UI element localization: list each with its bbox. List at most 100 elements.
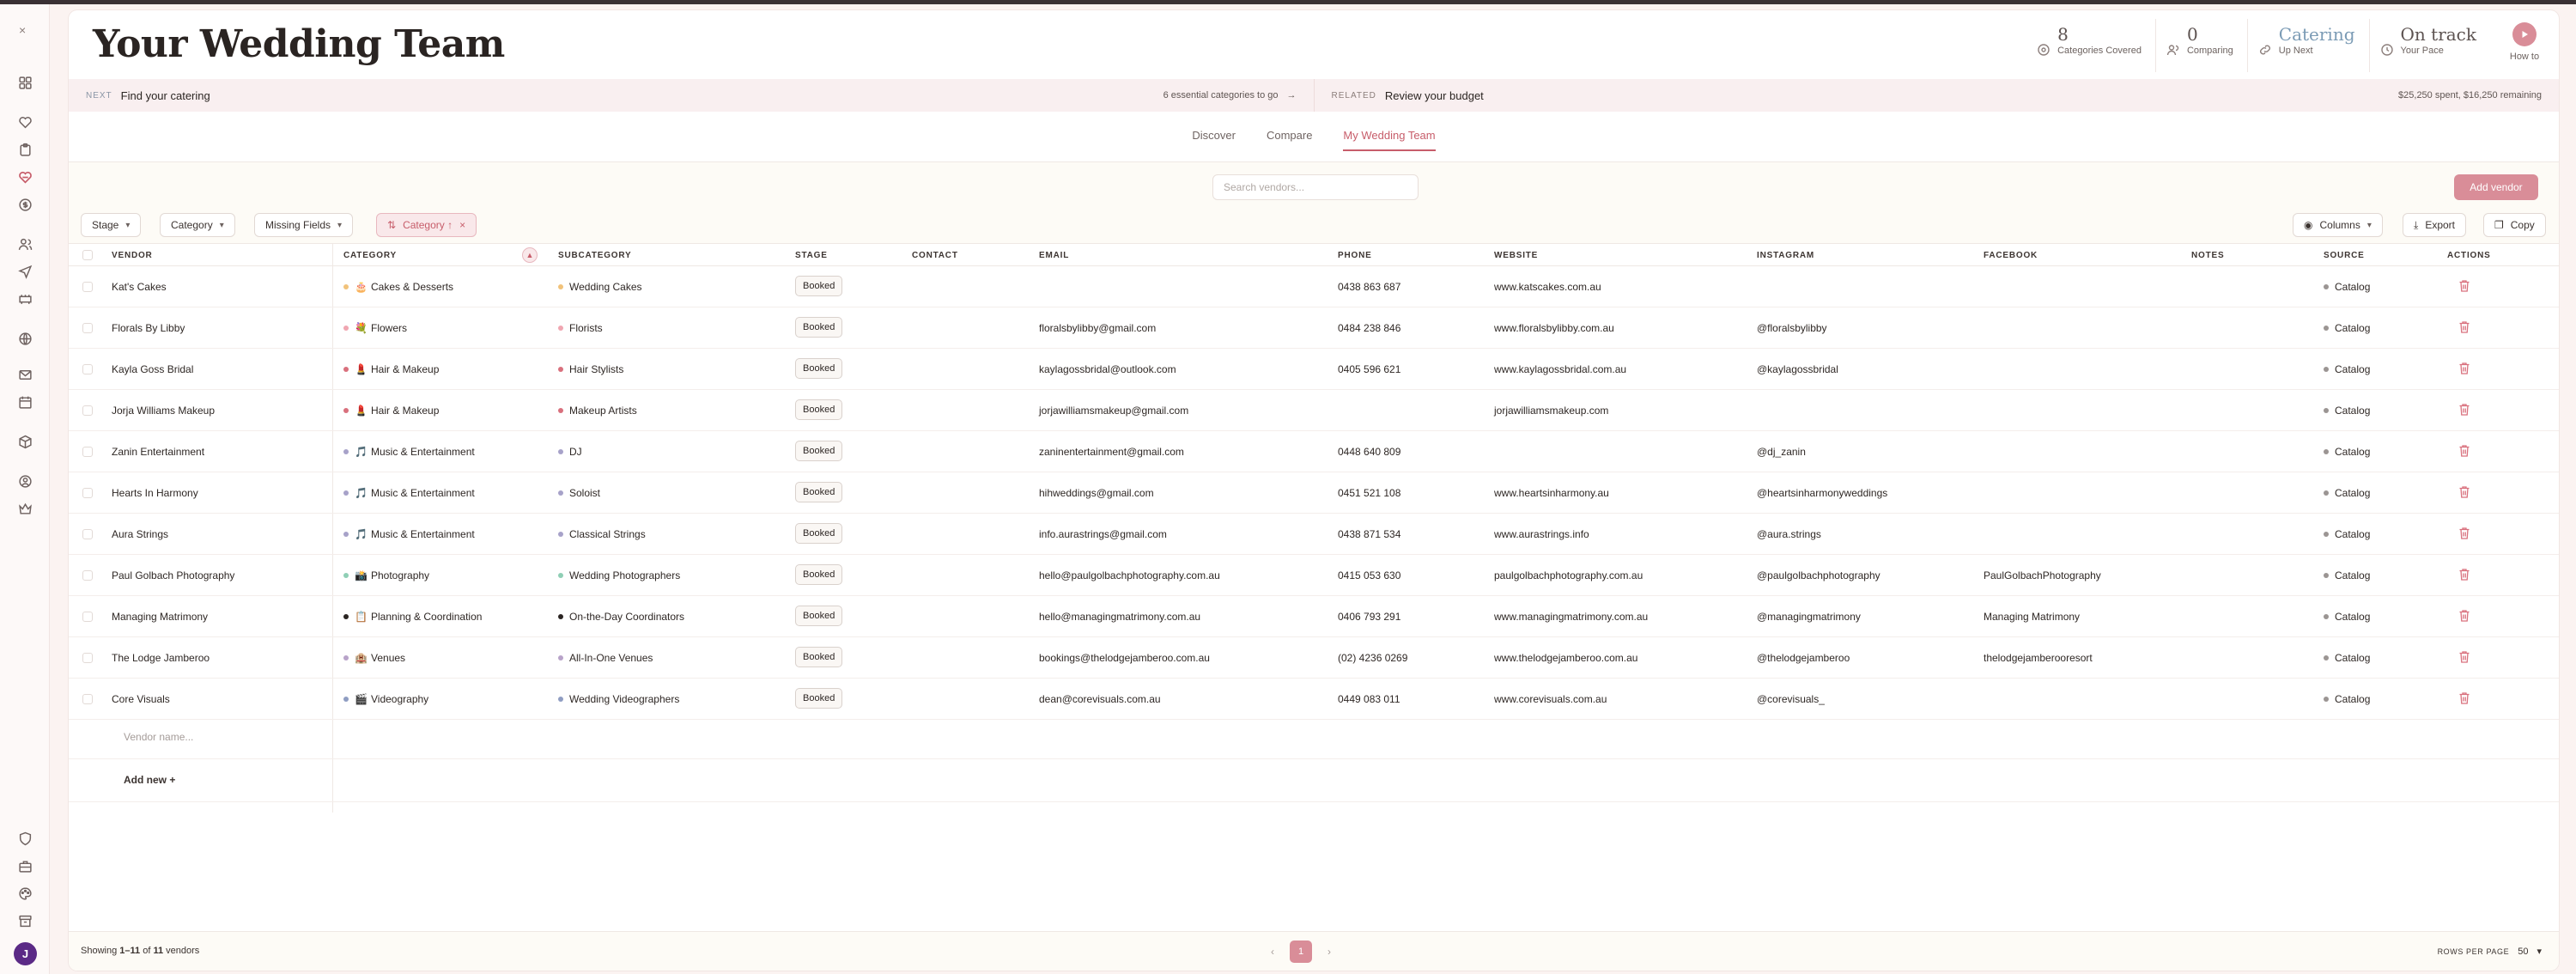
vendor-name[interactable]: Kayla Goss Bridal — [112, 363, 193, 375]
phone-cell[interactable]: 0484 238 846 — [1338, 322, 1400, 334]
row-checkbox[interactable] — [82, 694, 93, 704]
col-notes[interactable]: NOTES — [2191, 251, 2224, 260]
page-button[interactable]: 1 — [1290, 941, 1312, 963]
table-row[interactable]: Aura Strings 🎵 Music & Entertainment Classi… — [69, 514, 2559, 555]
subcategory-cell[interactable]: Hair Stylists — [558, 363, 623, 375]
phone-cell[interactable]: 0415 053 630 — [1338, 569, 1400, 581]
table-row[interactable]: Kayla Goss Bridal 💄 Hair & Makeup Hair Styl… — [69, 349, 2559, 390]
search-input[interactable]: Search vendors... — [1212, 174, 1419, 200]
category-cell[interactable]: 💄 Hair & Makeup — [343, 405, 439, 417]
website-cell[interactable]: www.heartsinharmony.au — [1494, 487, 1609, 499]
category-cell[interactable]: 🎵 Music & Entertainment — [343, 446, 475, 458]
related-step[interactable]: RELATED Review your budget $25,250 spent… — [1313, 79, 2560, 112]
tab-compare[interactable]: Compare — [1255, 120, 1324, 155]
category-cell[interactable]: 💐 Flowers — [343, 322, 407, 334]
subcategory-cell[interactable]: Wedding Cakes — [558, 281, 642, 293]
col-facebook[interactable]: FACEBOOK — [1984, 251, 2038, 260]
collapse-icon[interactable]: × — [19, 23, 26, 37]
phone-cell[interactable]: 0451 521 108 — [1338, 487, 1400, 499]
rows-per-page[interactable]: ROWS PER PAGE 50 ▾ — [2438, 946, 2542, 958]
email-cell[interactable]: floralsbylibby@gmail.com — [1039, 322, 1156, 334]
mail-icon[interactable] — [15, 365, 34, 384]
sort-asc-icon[interactable]: ▲ — [522, 247, 538, 263]
vendor-name[interactable]: Aura Strings — [112, 528, 168, 540]
table-row[interactable]: Florals By Libby 💐 Flowers Florists Booked fl… — [69, 307, 2559, 349]
copy-button[interactable]: ❐ Copy — [2483, 213, 2546, 237]
subcategory-cell[interactable]: All-In-One Venues — [558, 652, 653, 664]
col-stage[interactable]: STAGE — [795, 251, 828, 260]
stage-badge[interactable]: Booked — [795, 523, 843, 544]
instagram-cell[interactable]: @paulgolbachphotography — [1757, 569, 1880, 581]
export-button[interactable]: ⤓ Export — [2403, 213, 2466, 237]
col-subcategory[interactable]: SUBCATEGORY — [558, 251, 631, 260]
email-cell[interactable]: kaylagossbridal@outlook.com — [1039, 363, 1176, 375]
send-icon[interactable] — [15, 262, 34, 281]
team-heart-icon[interactable] — [15, 167, 34, 186]
stage-badge[interactable]: Booked — [795, 358, 843, 379]
row-checkbox[interactable] — [82, 488, 93, 498]
add-new-button[interactable]: Add new + — [124, 774, 175, 786]
instagram-cell[interactable]: @dj_zanin — [1757, 446, 1806, 458]
email-cell[interactable]: bookings@thelodgejamberoo.com.au — [1039, 652, 1210, 664]
row-checkbox[interactable] — [82, 405, 93, 416]
category-cell[interactable]: 💄 Hair & Makeup — [343, 363, 439, 375]
grid-icon[interactable] — [15, 73, 34, 92]
stat-categories-covered[interactable]: 8 Categories Covered — [2026, 19, 2155, 72]
row-checkbox[interactable] — [82, 447, 93, 457]
phone-cell[interactable]: 0406 793 291 — [1338, 611, 1400, 623]
instagram-cell[interactable]: @kaylagossbridal — [1757, 363, 1838, 375]
row-checkbox[interactable] — [82, 653, 93, 663]
col-contact[interactable]: CONTACT — [912, 251, 958, 260]
row-checkbox[interactable] — [82, 570, 93, 581]
add-vendor-button[interactable]: Add vendor — [2454, 174, 2538, 200]
table-row[interactable]: Zanin Entertainment 🎵 Music & Entertainmen… — [69, 431, 2559, 472]
email-cell[interactable]: hihweddings@gmail.com — [1039, 487, 1154, 499]
stage-badge[interactable]: Booked — [795, 441, 843, 461]
subcategory-cell[interactable]: Makeup Artists — [558, 405, 637, 417]
vendor-name[interactable]: Kat's Cakes — [112, 281, 167, 293]
website-cell[interactable]: www.managingmatrimony.com.au — [1494, 611, 1648, 623]
category-cell[interactable]: 🎵 Music & Entertainment — [343, 487, 475, 499]
website-cell[interactable]: paulgolbachphotography.com.au — [1494, 569, 1643, 581]
category-cell[interactable]: 🏨 Venues — [343, 652, 405, 664]
trash-icon[interactable] — [2458, 691, 2471, 706]
phone-cell[interactable]: 0438 863 687 — [1338, 281, 1400, 293]
stage-badge[interactable]: Booked — [795, 317, 843, 338]
stat-comparing[interactable]: 0 Comparing — [2154, 19, 2247, 72]
instagram-cell[interactable]: @floralsbylibby — [1757, 322, 1827, 334]
col-instagram[interactable]: INSTAGRAM — [1757, 251, 1814, 260]
box-icon[interactable] — [15, 432, 34, 451]
vendor-name[interactable]: Zanin Entertainment — [112, 446, 204, 458]
instagram-cell[interactable]: @thelodgejamberoo — [1757, 652, 1850, 664]
vendor-name[interactable]: Paul Golbach Photography — [112, 569, 234, 581]
subcategory-cell[interactable]: Florists — [558, 322, 603, 334]
facebook-cell[interactable]: thelodgejamberooresort — [1984, 652, 2093, 664]
row-checkbox[interactable] — [82, 529, 93, 539]
stage-badge[interactable]: Booked — [795, 399, 843, 420]
facebook-cell[interactable]: Managing Matrimony — [1984, 611, 2080, 623]
website-cell[interactable]: www.floralsbylibby.com.au — [1494, 322, 1614, 334]
category-cell[interactable]: 🎂 Cakes & Desserts — [343, 281, 453, 293]
website-cell[interactable]: www.thelodgejamberoo.com.au — [1494, 652, 1637, 664]
email-cell[interactable]: dean@corevisuals.com.au — [1039, 693, 1161, 705]
close-icon[interactable]: × — [459, 219, 465, 231]
category-cell[interactable]: 📸 Photography — [343, 569, 429, 581]
trash-icon[interactable] — [2458, 278, 2471, 294]
website-cell[interactable]: www.kaylagossbridal.com.au — [1494, 363, 1626, 375]
instagram-cell[interactable]: @corevisuals_ — [1757, 693, 1825, 705]
email-cell[interactable]: hello@managingmatrimony.com.au — [1039, 611, 1200, 623]
palette-icon[interactable] — [15, 884, 34, 903]
tab-my-wedding-team[interactable]: My Wedding Team — [1331, 120, 1447, 155]
phone-cell[interactable]: 0405 596 621 — [1338, 363, 1400, 375]
trash-icon[interactable] — [2458, 320, 2471, 335]
subcategory-cell[interactable]: On-the-Day Coordinators — [558, 611, 684, 623]
row-checkbox[interactable] — [82, 282, 93, 292]
email-cell[interactable]: info.aurastrings@gmail.com — [1039, 528, 1167, 540]
trash-icon[interactable] — [2458, 649, 2471, 665]
facebook-cell[interactable]: PaulGolbachPhotography — [1984, 569, 2101, 581]
row-checkbox[interactable] — [82, 323, 93, 333]
col-phone[interactable]: PHONE — [1338, 251, 1372, 260]
chevron-right-icon[interactable]: › — [1327, 946, 1331, 958]
calendar-icon[interactable] — [15, 393, 34, 411]
seating-icon[interactable] — [15, 289, 34, 308]
